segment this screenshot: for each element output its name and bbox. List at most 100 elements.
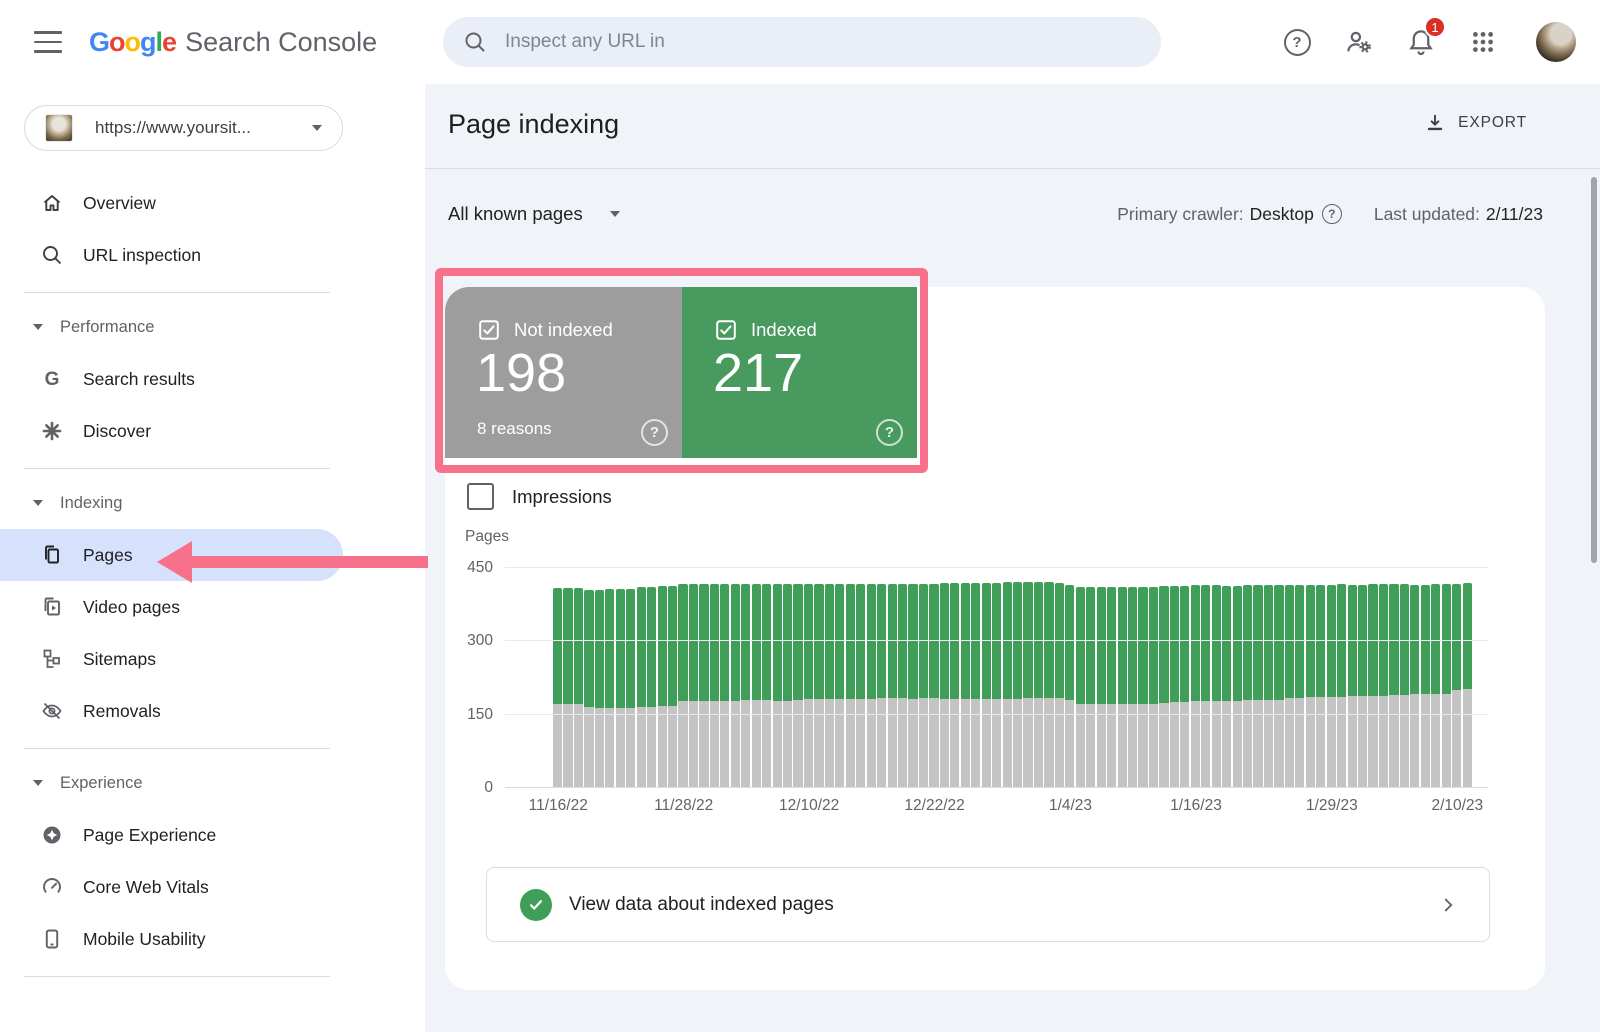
- stacked-bar[interactable]: [856, 584, 865, 787]
- stacked-bar[interactable]: [584, 590, 593, 788]
- stacked-bar[interactable]: [1389, 584, 1398, 787]
- unchecked-checkbox-icon[interactable]: [467, 483, 494, 510]
- stacked-bar[interactable]: [710, 584, 719, 787]
- sidebar-item-video-pages[interactable]: Video pages: [0, 581, 425, 633]
- impressions-checkbox[interactable]: Impressions: [467, 483, 612, 510]
- checked-checkbox-icon[interactable]: [714, 318, 738, 342]
- stacked-bar[interactable]: [1107, 587, 1116, 787]
- notifications-button[interactable]: 1: [1402, 23, 1440, 61]
- stacked-bar[interactable]: [867, 584, 876, 787]
- stacked-bar[interactable]: [626, 589, 635, 787]
- stacked-bar[interactable]: [553, 588, 562, 787]
- stacked-bar[interactable]: [574, 588, 583, 787]
- stacked-bar[interactable]: [563, 588, 572, 787]
- stacked-bar[interactable]: [1274, 585, 1283, 787]
- stacked-bar[interactable]: [1452, 584, 1461, 787]
- stacked-bar[interactable]: [1431, 584, 1440, 787]
- not-indexed-card[interactable]: Not indexed 198 8 reasons ?: [445, 287, 682, 458]
- stacked-bar[interactable]: [731, 584, 740, 787]
- view-indexed-data-link[interactable]: View data about indexed pages: [486, 867, 1490, 942]
- stacked-bar[interactable]: [595, 590, 604, 787]
- stacked-bar[interactable]: [961, 583, 970, 787]
- stacked-bar[interactable]: [971, 583, 980, 787]
- stacked-bar[interactable]: [1023, 582, 1032, 787]
- sidebar-section-experience[interactable]: Experience: [0, 757, 425, 809]
- stacked-bar[interactable]: [1442, 584, 1451, 787]
- stacked-bar[interactable]: [720, 584, 729, 787]
- stacked-bar[interactable]: [1212, 585, 1221, 787]
- stacked-bar[interactable]: [846, 584, 855, 787]
- known-pages-dropdown[interactable]: All known pages: [448, 203, 620, 225]
- help-icon[interactable]: ?: [876, 419, 903, 446]
- stacked-bar[interactable]: [1337, 584, 1346, 787]
- menu-icon[interactable]: [31, 29, 65, 55]
- sidebar-item-core-web-vitals[interactable]: Core Web Vitals: [0, 861, 425, 913]
- crawler-help-icon[interactable]: ?: [1322, 204, 1342, 224]
- stacked-bar[interactable]: [1368, 584, 1377, 787]
- stacked-bar[interactable]: [940, 583, 949, 787]
- url-inspect-searchbox[interactable]: [443, 17, 1161, 67]
- stacked-bar[interactable]: [637, 587, 646, 787]
- stacked-bar[interactable]: [1149, 587, 1158, 787]
- stacked-bar[interactable]: [835, 584, 844, 787]
- stacked-bar[interactable]: [1076, 587, 1085, 787]
- stacked-bar[interactable]: [678, 584, 687, 787]
- stacked-bar[interactable]: [1400, 584, 1409, 787]
- stacked-bar[interactable]: [1003, 582, 1012, 787]
- stacked-bar[interactable]: [668, 586, 677, 787]
- sidebar-section-performance[interactable]: Performance: [0, 301, 425, 353]
- stacked-bar[interactable]: [950, 583, 959, 787]
- stacked-bar[interactable]: [1358, 585, 1367, 787]
- stacked-bar[interactable]: [1159, 586, 1168, 787]
- sidebar-item-search-results[interactable]: G Search results: [0, 353, 425, 405]
- stacked-bar[interactable]: [741, 584, 750, 787]
- stacked-bar[interactable]: [992, 583, 1001, 787]
- indexed-card[interactable]: Indexed 217 ?: [682, 287, 917, 458]
- chart-bars[interactable]: [553, 568, 1473, 787]
- checked-checkbox-icon[interactable]: [477, 318, 501, 342]
- stacked-bar[interactable]: [647, 587, 656, 787]
- stacked-bar[interactable]: [1316, 585, 1325, 787]
- stacked-bar[interactable]: [1421, 585, 1430, 787]
- stacked-bar[interactable]: [1327, 585, 1336, 787]
- sidebar-item-pages[interactable]: Pages: [0, 529, 343, 581]
- stacked-bar[interactable]: [1097, 587, 1106, 787]
- stacked-bar[interactable]: [1295, 585, 1304, 787]
- stacked-bar[interactable]: [1191, 585, 1200, 787]
- stacked-bar[interactable]: [1013, 582, 1022, 787]
- stacked-bar[interactable]: [1379, 584, 1388, 787]
- sidebar-item-overview[interactable]: Overview: [0, 177, 425, 229]
- stacked-bar[interactable]: [616, 589, 625, 787]
- stacked-bar[interactable]: [825, 584, 834, 787]
- sidebar-section-indexing[interactable]: Indexing: [0, 477, 425, 529]
- stacked-bar[interactable]: [1065, 585, 1074, 787]
- stacked-bar[interactable]: [1055, 583, 1064, 787]
- stacked-bar[interactable]: [1285, 585, 1294, 787]
- sidebar-item-url-inspection[interactable]: URL inspection: [0, 229, 425, 281]
- export-button[interactable]: EXPORT: [1424, 112, 1527, 134]
- stacked-bar[interactable]: [783, 584, 792, 787]
- stacked-bar[interactable]: [982, 583, 991, 787]
- stacked-bar[interactable]: [1306, 585, 1315, 787]
- stacked-bar[interactable]: [929, 584, 938, 787]
- stacked-bar[interactable]: [919, 584, 928, 787]
- help-icon[interactable]: ?: [641, 419, 668, 446]
- property-selector[interactable]: https://www.yoursit...: [24, 105, 343, 151]
- stacked-bar[interactable]: [898, 584, 907, 787]
- stacked-bar[interactable]: [1086, 587, 1095, 787]
- stacked-bar[interactable]: [752, 584, 761, 787]
- stacked-bar[interactable]: [1410, 585, 1419, 787]
- vertical-scrollbar[interactable]: [1591, 177, 1597, 563]
- user-settings-button[interactable]: [1340, 23, 1378, 61]
- stacked-bar[interactable]: [773, 584, 782, 787]
- stacked-bar[interactable]: [888, 584, 897, 787]
- account-avatar[interactable]: [1536, 22, 1576, 62]
- sidebar-item-sitemaps[interactable]: Sitemaps: [0, 633, 425, 685]
- stacked-bar[interactable]: [1233, 586, 1242, 787]
- sidebar-item-discover[interactable]: Discover: [0, 405, 425, 457]
- stacked-bar[interactable]: [1348, 585, 1357, 787]
- stacked-bar[interactable]: [605, 589, 614, 787]
- stacked-bar[interactable]: [1243, 585, 1252, 787]
- stacked-bar[interactable]: [793, 584, 802, 787]
- search-input[interactable]: [505, 31, 1141, 53]
